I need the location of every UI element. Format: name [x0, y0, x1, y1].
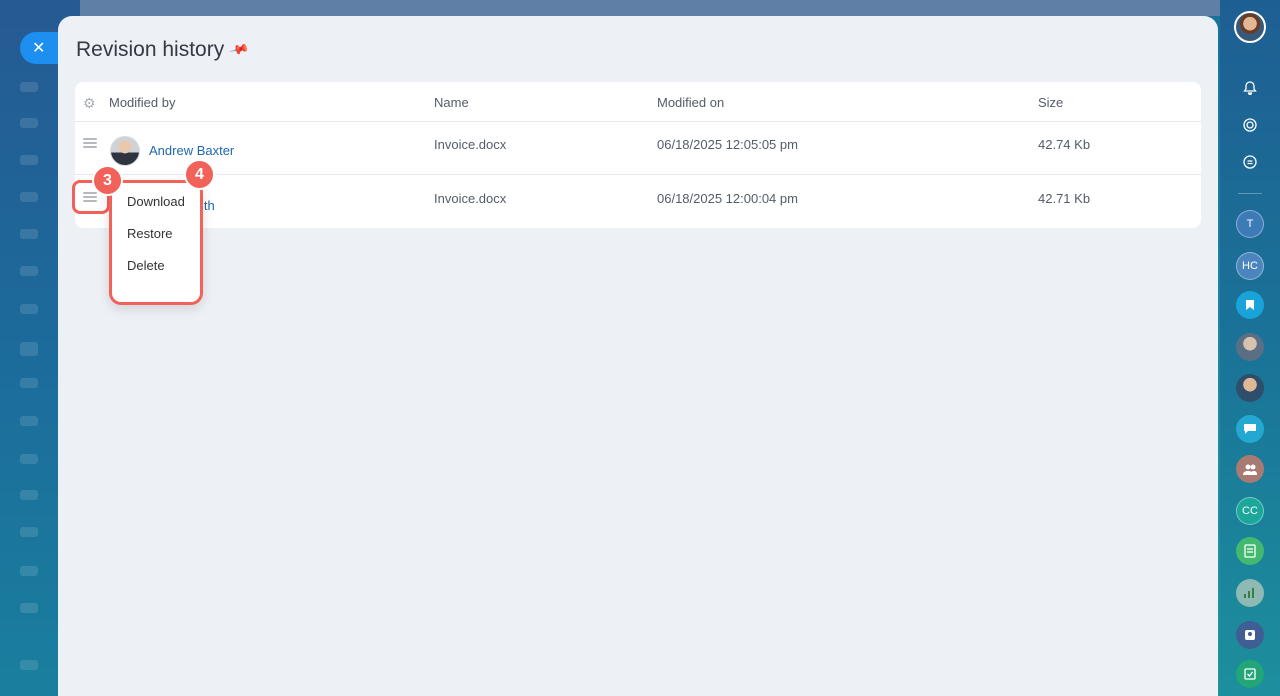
menu-item-restore[interactable]: Restore	[127, 226, 173, 241]
chart-icon[interactable]	[1236, 579, 1264, 607]
menu-item-delete[interactable]: Delete	[127, 258, 165, 273]
modified-on: 06/18/2025 12:05:05 pm	[657, 137, 798, 152]
table-row: Andrew Baxter Invoice.docx 06/18/2025 12…	[75, 122, 1201, 175]
row-menu-icon[interactable]	[83, 138, 97, 148]
contact-avatar[interactable]	[1236, 333, 1264, 361]
avatar	[110, 136, 140, 166]
blurred-menu-item	[20, 118, 38, 128]
file-name: Invoice.docx	[434, 191, 507, 206]
activity-icon[interactable]	[1236, 111, 1264, 139]
title-row: Revision history 📌	[76, 38, 251, 62]
blurred-menu-item	[20, 378, 38, 388]
blurred-menu-item	[20, 660, 38, 670]
blurred-menu-item	[20, 454, 38, 464]
rail-divider	[1238, 193, 1262, 194]
blurred-menu-item	[20, 155, 38, 165]
column-header-size[interactable]: Size	[1038, 95, 1063, 110]
step-badge-3: 3	[92, 165, 123, 196]
blurred-menu-item	[20, 490, 38, 500]
user-avatar[interactable]	[1234, 11, 1266, 43]
revision-table: ⚙ Modified by Name Modified on Size Andr…	[75, 82, 1201, 228]
blurred-menu-item	[20, 603, 38, 613]
contact-avatar[interactable]	[1236, 374, 1264, 402]
modified-on: 06/18/2025 12:00:04 pm	[657, 191, 798, 206]
pin-icon[interactable]: 📌	[228, 39, 251, 61]
group-avatar[interactable]	[1236, 455, 1264, 483]
blurred-menu-item	[20, 266, 38, 276]
column-header-name[interactable]: Name	[434, 95, 469, 110]
column-header-modified-by[interactable]: Modified by	[109, 95, 175, 110]
row-context-menu: Download Restore Delete	[109, 180, 203, 305]
chat-avatar-t[interactable]: T	[1236, 210, 1264, 238]
chat-group-icon[interactable]	[1236, 415, 1264, 443]
revision-history-panel: Revision history 📌 ⚙ Modified by Name Mo…	[58, 16, 1218, 696]
blurred-menu-item	[20, 416, 38, 426]
file-size: 42.74 Kb	[1038, 137, 1091, 152]
table-header: ⚙ Modified by Name Modified on Size	[75, 82, 1201, 122]
table-row: ith Invoice.docx 06/18/2025 12:00:04 pm …	[75, 176, 1201, 229]
profile-card-icon[interactable]	[1236, 621, 1264, 649]
blurred-menu-item	[20, 304, 38, 314]
blurred-menu-item	[20, 342, 38, 356]
step-badge-4: 4	[184, 159, 215, 190]
menu-item-download[interactable]: Download	[127, 194, 185, 209]
chat-avatar-hc[interactable]: HC	[1236, 252, 1264, 280]
background-top-bar	[80, 0, 1220, 16]
blurred-menu-item	[20, 192, 38, 202]
bookmark-icon[interactable]	[1236, 291, 1264, 319]
bell-icon[interactable]	[1236, 74, 1264, 102]
right-sidebar: T HC CC	[1220, 0, 1280, 696]
file-name: Invoice.docx	[434, 137, 507, 152]
blurred-menu-item	[20, 82, 38, 92]
chat-search-icon[interactable]	[1236, 148, 1264, 176]
user-link[interactable]: ith	[201, 198, 215, 213]
page-title: Revision history	[76, 38, 225, 61]
task-list-icon[interactable]	[1236, 537, 1264, 565]
checklist-icon[interactable]	[1236, 660, 1264, 688]
close-icon: ✕	[32, 40, 46, 57]
blurred-menu-item	[20, 527, 38, 537]
column-header-modified-on[interactable]: Modified on	[657, 95, 724, 110]
gear-icon[interactable]: ⚙	[83, 95, 96, 112]
chat-avatar-cc[interactable]: CC	[1236, 497, 1264, 525]
blurred-menu-item	[20, 566, 38, 576]
blurred-menu-item	[20, 229, 38, 239]
file-size: 42.71 Kb	[1038, 191, 1091, 206]
user-link[interactable]: Andrew Baxter	[149, 143, 234, 158]
